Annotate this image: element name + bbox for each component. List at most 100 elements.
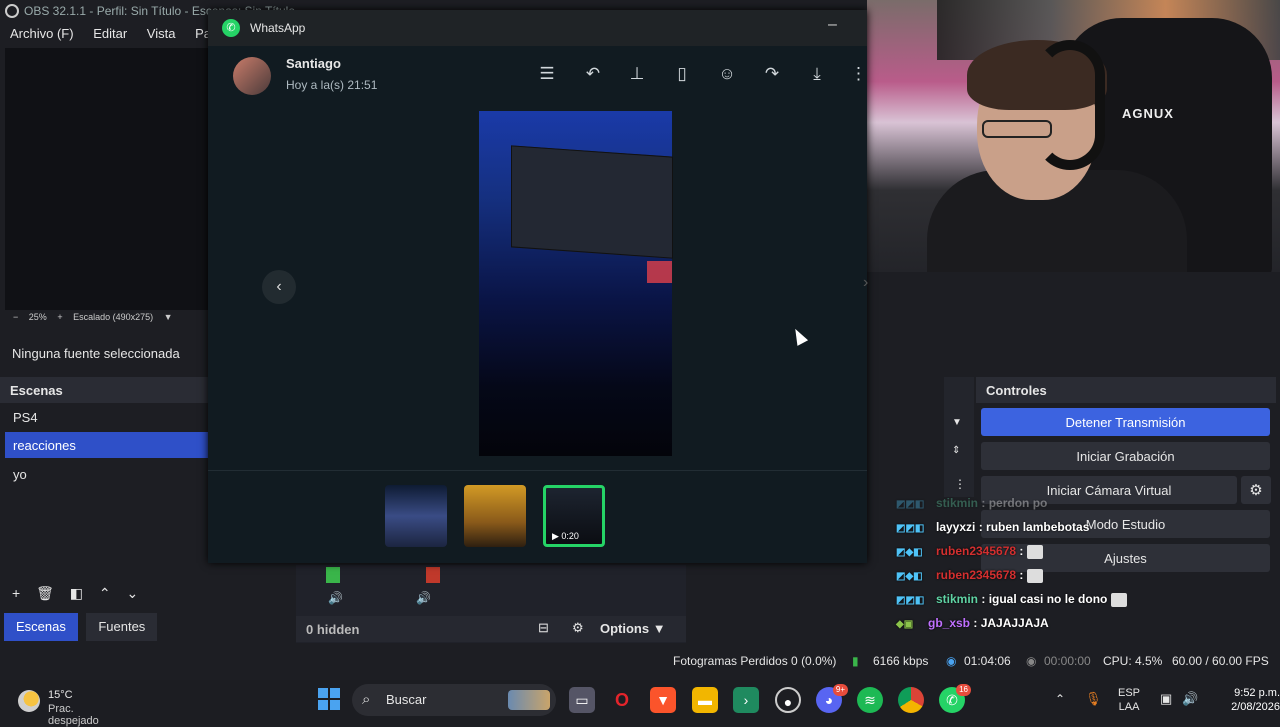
chat-user: layyxzi <box>936 520 976 534</box>
chat-text: : <box>1019 568 1024 582</box>
virtual-camera-settings-icon[interactable]: ⚙ <box>1241 476 1271 504</box>
chat-message: ◆▣ gb_xsb : JAJAJJAJA <box>896 616 1049 634</box>
start-button[interactable] <box>318 688 340 710</box>
mixer-layout-icon[interactable]: ⊟ <box>538 620 549 636</box>
media-thumbnail[interactable] <box>464 485 526 547</box>
zoom-in-button[interactable]: + <box>57 312 62 322</box>
signal-icon: ▮ <box>852 654 859 668</box>
volume-meter-1 <box>326 567 340 583</box>
volume-icon[interactable]: 🔊 <box>1182 691 1198 707</box>
scene-item-yo[interactable]: yo <box>5 461 208 487</box>
more-icon[interactable]: ⋮ <box>954 477 966 491</box>
bookmark-icon[interactable]: ▯ <box>670 64 694 88</box>
chat-text: : <box>1019 544 1024 558</box>
speaker-icon[interactable]: 🔊 <box>416 591 431 605</box>
details-icon[interactable]: ☰ <box>535 64 559 88</box>
neon-sign <box>647 261 672 283</box>
mixer-footer: 0 hidden ⊟ ⚙ Options ▼ <box>296 616 686 642</box>
language-indicator[interactable]: ESP LAA <box>1118 686 1140 714</box>
emote-icon <box>1110 592 1127 607</box>
transitions-dock: ▼ ⇕ ⋮ <box>944 377 974 497</box>
chat-user: ruben2345678 <box>936 544 1017 558</box>
media-thumbnail-strip: ▶ 0:20 <box>208 470 867 563</box>
microphone-icon[interactable]: 🎙 <box>1085 691 1102 707</box>
obs-logo-icon <box>5 4 19 18</box>
zoom-out-button[interactable]: − <box>13 312 18 322</box>
zoom-bar: − 25% + Escalado (490x275) ▼ <box>5 312 208 328</box>
message-time: Hoy a la(s) 21:51 <box>286 78 378 92</box>
contact-name: Santiago <box>286 56 341 71</box>
whatsapp-icon[interactable]: ✆ 16 <box>939 684 971 713</box>
whatsapp-title-bar: ✆ WhatsApp – <box>208 10 867 46</box>
previous-media-button[interactable]: ‹ <box>262 270 296 304</box>
dropped-frames: Fotogramas Perdidos 0 (0.0%) <box>673 654 837 668</box>
obs-icon[interactable]: ● <box>775 687 801 713</box>
fps: 60.00 / 60.00 FPS <box>1172 654 1269 668</box>
opera-icon[interactable]: O <box>609 687 635 713</box>
clock[interactable]: 9:52 p.m. 2/08/2026 <box>1210 686 1280 714</box>
stop-stream-button[interactable]: Detener Transmisión <box>981 408 1270 436</box>
speaker-icon[interactable]: 🔊 <box>328 591 343 605</box>
badge-icons: ◩◆◧ <box>896 547 923 558</box>
badge-icons: ◩◩◧ <box>896 499 925 510</box>
scene-filters-icon[interactable]: ◧ <box>70 585 83 601</box>
start-recording-button[interactable]: Iniciar Grabación <box>981 442 1270 470</box>
menu-archivo[interactable]: Archivo (F) <box>0 22 74 41</box>
clock-time: 9:52 p.m. <box>1234 687 1280 699</box>
move-up-icon[interactable]: ⌃ <box>99 585 111 601</box>
scenes-dock-title: Escenas <box>0 377 208 403</box>
tab-fuentes[interactable]: Fuentes <box>86 613 158 641</box>
network-icon[interactable]: ▣ <box>1160 691 1172 707</box>
download-icon[interactable]: ⤓ <box>805 64 829 88</box>
app-icon[interactable]: › <box>733 687 759 713</box>
scene-item-ps4[interactable]: PS4 <box>5 404 208 430</box>
delete-scene-icon[interactable]: 🗑 <box>36 585 54 601</box>
media-preview[interactable] <box>479 111 673 456</box>
move-down-icon[interactable]: ⌄ <box>127 585 139 601</box>
tab-escenas[interactable]: Escenas <box>4 613 78 641</box>
more-icon[interactable]: ⋮ <box>850 64 867 88</box>
avatar[interactable] <box>233 57 271 95</box>
media-thumbnail-selected[interactable]: ▶ 0:20 <box>543 485 605 547</box>
badge-icons: ◩◩◧ <box>896 523 925 534</box>
discord-icon[interactable]: ◕ 9+ <box>816 684 848 713</box>
dropdown-icon[interactable]: ▼ <box>952 417 962 428</box>
chrome-icon[interactable] <box>898 687 924 713</box>
no-source-label: Ninguna fuente seleccionada <box>0 340 208 366</box>
chat-text: : ruben lambebotas <box>978 520 1090 534</box>
discord-badge: 9+ <box>832 684 848 696</box>
media-thumbnail[interactable] <box>385 485 447 547</box>
scaled-label: Escalado (490x275) <box>73 312 154 322</box>
whatsapp-window: ✆ WhatsApp – Santiago Hoy a la(s) 21:51 … <box>208 10 868 563</box>
add-scene-icon[interactable]: + <box>12 585 20 601</box>
obs-preview[interactable] <box>5 48 208 310</box>
next-media-button[interactable]: › <box>863 274 868 292</box>
windows-taskbar: 15°C Prac. despejado ⌕ Buscar ▭ O ▼ ▬ › … <box>0 680 1280 727</box>
mixer-settings-icon[interactable]: ⚙ <box>572 620 584 636</box>
file-explorer-icon[interactable]: ▬ <box>692 687 718 713</box>
badge-icons: ◆▣ <box>896 619 914 630</box>
spotify-icon[interactable]: ≋ <box>857 687 883 713</box>
options-button[interactable]: Options ▼ <box>600 621 666 636</box>
webcam-overlay: AGNUX <box>867 0 1280 272</box>
tv-screen <box>511 145 673 259</box>
spin-icon[interactable]: ⇕ <box>952 445 960 456</box>
pin-icon[interactable]: ⊥ <box>625 64 649 88</box>
menu-editar[interactable]: Editar <box>83 22 127 41</box>
task-view-icon[interactable]: ▭ <box>569 687 595 713</box>
brave-icon[interactable]: ▼ <box>650 687 676 713</box>
emoji-icon[interactable]: ☺ <box>715 64 739 88</box>
keyboard-layout: LAA <box>1118 701 1140 713</box>
live-time: 01:04:06 <box>964 654 1011 668</box>
rec-icon: ◉ <box>1026 654 1037 668</box>
scene-item-reacciones[interactable]: reacciones <box>5 432 208 458</box>
menu-vista[interactable]: Vista <box>137 22 176 41</box>
reply-icon[interactable]: ↶ <box>581 64 605 88</box>
badge-icons: ◩◆◧ <box>896 571 923 582</box>
chevron-up-icon[interactable]: ⌃ <box>1055 692 1065 706</box>
forward-icon[interactable]: ↷ <box>760 64 784 88</box>
minimize-icon[interactable]: – <box>828 16 837 34</box>
taskbar-search[interactable]: ⌕ Buscar <box>352 684 556 716</box>
volume-meter-2 <box>426 567 440 583</box>
zoom-dropdown-icon[interactable]: ▼ <box>164 312 173 322</box>
